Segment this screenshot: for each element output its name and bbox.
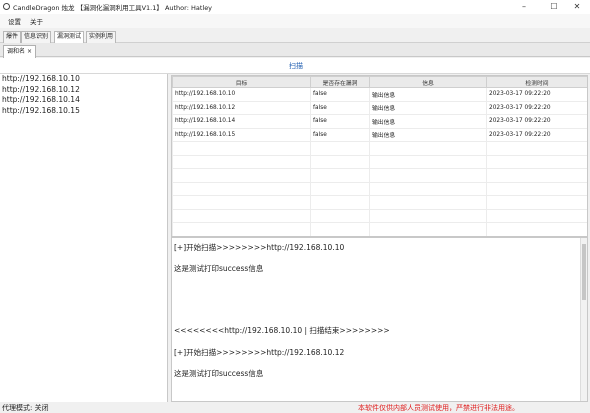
cell-target: [172, 181, 311, 196]
log-scrollbar-thumb[interactable]: [582, 244, 586, 300]
cell-target: http://192.168.10.10: [172, 87, 311, 102]
proxy-status: 代理模式: 关闭: [2, 404, 49, 412]
table-row[interactable]: [172, 208, 587, 223]
table-row[interactable]: http://192.168.10.12 false 输出信息 2023-03-17 …: [172, 100, 587, 115]
app-icon: [3, 3, 10, 10]
target-list[interactable]: http://192.168.10.10 http://192.168.10.1…: [0, 74, 168, 402]
warning-text: 本软件仅供内部人员测试使用，严禁进行非法用途。: [358, 404, 519, 412]
menu-settings[interactable]: 设置: [8, 16, 21, 26]
cell-time: 2023-03-17 09:22:20: [486, 87, 587, 102]
cell-info: [369, 141, 487, 156]
cell-vulnerable: [310, 222, 370, 236]
column-header-time[interactable]: 检测时间: [486, 76, 587, 88]
column-header-vulnerable[interactable]: 是否存在漏洞: [310, 76, 370, 88]
cell-target: http://192.168.10.15: [172, 127, 311, 142]
cell-time: [486, 141, 587, 156]
minimize-button[interactable]: –: [513, 1, 535, 13]
doc-tab-label: 调和名: [7, 48, 26, 55]
log-output[interactable]: [+]开始扫描>>>>>>>>http://192.168.10.10 这是测试…: [171, 237, 588, 402]
cell-target: [172, 154, 311, 169]
target-item[interactable]: http://192.168.10.10: [0, 74, 167, 85]
cell-time: [486, 222, 587, 236]
cell-target: [172, 222, 311, 236]
cell-vulnerable: false: [310, 100, 370, 115]
log-line: [+]开始扫描>>>>>>>>http://192.168.10.10: [174, 243, 345, 252]
cell-time: [486, 208, 587, 223]
target-item[interactable]: http://192.168.10.15: [0, 106, 167, 117]
cell-vulnerable: [310, 154, 370, 169]
cell-info: 输出信息: [369, 87, 487, 102]
cell-info: [369, 195, 487, 210]
cell-time: [486, 181, 587, 196]
cell-info: [369, 154, 487, 169]
cell-target: [172, 168, 311, 183]
target-item[interactable]: http://192.168.10.12: [0, 85, 167, 96]
results-table: 目标 是否存在漏洞 信息 检测时间 http://192.168.10.10 fa…: [172, 76, 587, 236]
table-row[interactable]: [172, 141, 587, 156]
cell-vulnerable: [310, 168, 370, 183]
cell-vulnerable: false: [310, 114, 370, 129]
target-item[interactable]: http://192.168.10.14: [0, 95, 167, 106]
cell-target: [172, 195, 311, 210]
cell-target: http://192.168.10.12: [172, 100, 311, 115]
maximize-button[interactable]: ☐: [543, 1, 565, 13]
cell-vulnerable: [310, 208, 370, 223]
status-bar: 代理模式: 关闭 本软件仅供内部人员测试使用，严禁进行非法用途。: [0, 402, 590, 413]
window-title: CandleDragon 烛龙 【漏洞化漏洞利用工具V1.1】 Author: …: [13, 4, 213, 12]
table-row[interactable]: [172, 181, 587, 196]
cell-info: [369, 181, 487, 196]
cell-info: [369, 168, 487, 183]
column-header-info[interactable]: 信息: [369, 76, 487, 88]
results-table-panel: 目标 是否存在漏洞 信息 检测时间 http://192.168.10.10 fa…: [171, 75, 588, 237]
log-line: 这是测试打印success信息: [174, 369, 264, 378]
cell-target: http://192.168.10.14: [172, 114, 311, 129]
cell-info: [369, 208, 487, 223]
document-tab-strip: 调和名 ×: [0, 43, 590, 58]
cell-info: 输出信息: [369, 100, 487, 115]
cell-vulnerable: [310, 195, 370, 210]
cell-target: [172, 141, 311, 156]
cell-time: 2023-03-17 09:22:20: [486, 114, 587, 129]
table-row[interactable]: [172, 195, 587, 210]
cell-time: [486, 168, 587, 183]
cell-info: 输出信息: [369, 114, 487, 129]
menu-bar: 设置 关于: [0, 14, 590, 28]
log-line: 这是测试打印success信息: [174, 264, 264, 273]
cell-vulnerable: false: [310, 127, 370, 142]
cell-vulnerable: false: [310, 87, 370, 102]
log-line: [+]开始扫描>>>>>>>>http://192.168.10.12: [174, 348, 345, 357]
close-icon[interactable]: ×: [27, 48, 32, 55]
close-button[interactable]: ✕: [566, 1, 588, 13]
menu-about[interactable]: 关于: [30, 16, 43, 26]
table-row[interactable]: http://192.168.10.14 false 输出信息 2023-03-17 …: [172, 114, 587, 129]
cell-time: [486, 154, 587, 169]
table-row[interactable]: [172, 154, 587, 169]
cell-time: 2023-03-17 09:22:20: [486, 100, 587, 115]
table-header-row: 目标 是否存在漏洞 信息 检测时间: [172, 76, 587, 88]
cell-time: [486, 195, 587, 210]
title-bar: CandleDragon 烛龙 【漏洞化漏洞利用工具V1.1】 Author: …: [0, 0, 590, 14]
cell-time: 2023-03-17 09:22:20: [486, 127, 587, 142]
table-row[interactable]: http://192.168.10.10 false 输出信息 2023-03-17 …: [172, 87, 587, 102]
log-scrollbar[interactable]: [580, 238, 587, 401]
log-line: <<<<<<<<http://192.168.10.10 | 扫描结束>>>>>…: [174, 326, 390, 335]
table-row[interactable]: http://192.168.10.15 false 输出信息 2023-03-17 …: [172, 127, 587, 142]
column-header-target[interactable]: 目标: [172, 76, 311, 88]
cell-info: [369, 222, 487, 236]
module-tabs: 爆件 信息识别 漏洞测试 实例利用: [0, 28, 590, 44]
cell-vulnerable: [310, 141, 370, 156]
table-row[interactable]: [172, 222, 587, 236]
cell-info: 输出信息: [369, 127, 487, 142]
cell-target: [172, 208, 311, 223]
cell-vulnerable: [310, 181, 370, 196]
table-row[interactable]: [172, 168, 587, 183]
doc-tab[interactable]: 调和名 ×: [3, 45, 36, 58]
scan-button[interactable]: 扫描: [289, 61, 303, 71]
scan-header: 扫描: [0, 58, 590, 74]
